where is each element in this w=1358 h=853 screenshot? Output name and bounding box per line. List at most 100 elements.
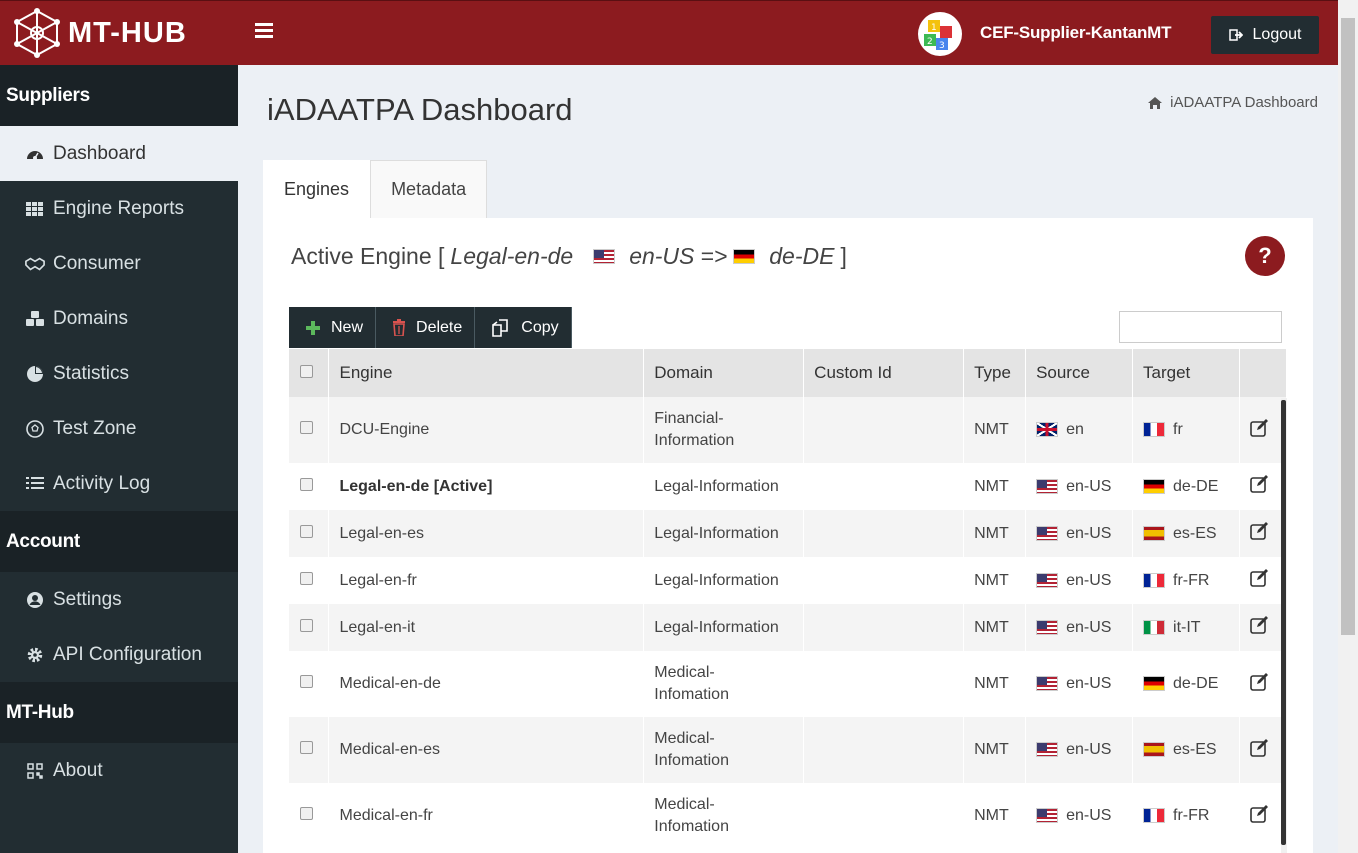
edit-icon[interactable]	[1250, 738, 1270, 762]
tab-metadata[interactable]: Metadata	[370, 160, 488, 218]
row-select-cell[interactable]	[289, 651, 330, 717]
table-row[interactable]: Legal-en-fr Legal-Information NMT en-US fr-F…	[289, 557, 1288, 604]
logo-text: MT-HUB	[68, 16, 187, 49]
us-flag-icon	[1036, 742, 1059, 758]
sidebar-item-about[interactable]: About	[0, 743, 238, 798]
target-cell: fr-FR	[1132, 783, 1240, 849]
sidebar-item-label: API Configuration	[53, 643, 202, 665]
window-scrollbar-thumb[interactable]	[1341, 18, 1355, 635]
sidebar-item-engine-reports[interactable]: Engine Reports	[0, 181, 238, 236]
dashboard-icon	[25, 144, 45, 164]
user-name[interactable]: CEF-Supplier-KantanMT	[980, 23, 1171, 43]
search-input[interactable]	[1119, 311, 1282, 343]
edit-icon[interactable]	[1250, 418, 1270, 442]
column-header-target[interactable]: Target	[1132, 349, 1240, 397]
row-checkbox[interactable]	[300, 618, 313, 632]
copy-button[interactable]: Copy	[475, 307, 572, 348]
tab-engines[interactable]: Engines	[263, 160, 371, 218]
table-scrollbar-thumb[interactable]	[1281, 400, 1286, 845]
source-cell: en-US	[1025, 604, 1134, 651]
row-select-cell[interactable]	[289, 510, 330, 557]
column-header-domain[interactable]: Domain	[643, 349, 805, 397]
copy-icon	[492, 318, 509, 337]
sidebar-item-api-configuration[interactable]: API Configuration	[0, 627, 238, 682]
de-flag-icon	[733, 249, 756, 264]
type-cell: NMT	[963, 510, 1027, 557]
domain-line-1: Medical-	[654, 796, 715, 813]
sidebar-item-consumer[interactable]: Consumer	[0, 236, 238, 291]
domain-line-2: Infomation	[654, 686, 729, 703]
sidebar-item-dashboard[interactable]: Dashboard	[0, 126, 238, 181]
cubes-icon	[25, 309, 45, 329]
row-select-cell[interactable]	[289, 557, 330, 604]
row-select-cell[interactable]	[289, 463, 330, 510]
table-row[interactable]: Medical-en-de Medical- Infomation NMT en-US d…	[289, 651, 1288, 717]
fr-flag-icon	[1143, 422, 1166, 438]
sidebar-toggle-icon[interactable]	[255, 23, 273, 41]
source-lang: en-US	[1066, 741, 1112, 758]
actions-cell	[1239, 397, 1288, 463]
table-row[interactable]: Medical-en-fr Medical- Infomation NMT en-US f…	[289, 783, 1288, 849]
edit-icon[interactable]	[1250, 569, 1270, 592]
table-header-row: Engine Domain Custom Id Type Source Targ…	[289, 349, 1288, 397]
avatar[interactable]: 1 2 3	[918, 12, 962, 56]
sidebar-item-statistics[interactable]: Statistics	[0, 346, 238, 401]
domain-line-1: Legal-Information	[654, 524, 779, 542]
edit-icon[interactable]	[1250, 475, 1270, 498]
column-header-type[interactable]: Type	[963, 349, 1027, 397]
edit-icon[interactable]	[1250, 522, 1270, 545]
select-all-header[interactable]	[289, 349, 330, 397]
row-checkbox[interactable]	[300, 571, 313, 585]
home-icon[interactable]	[1148, 96, 1163, 109]
row-checkbox[interactable]	[300, 477, 313, 491]
edit-icon[interactable]	[1250, 804, 1270, 828]
select-all-checkbox[interactable]	[300, 365, 313, 378]
row-checkbox[interactable]	[300, 675, 313, 688]
table-row[interactable]: Medical-en-es Medical- Infomation NMT en-US e…	[289, 717, 1288, 783]
edit-icon[interactable]	[1250, 616, 1270, 639]
svg-text:1: 1	[931, 23, 937, 33]
target-lang: fr-FR	[1173, 571, 1210, 589]
row-checkbox[interactable]	[300, 807, 313, 820]
row-select-cell[interactable]	[289, 783, 330, 849]
column-header-engine[interactable]: Engine	[328, 349, 645, 397]
row-checkbox[interactable]	[300, 741, 313, 754]
help-button[interactable]: ?	[1245, 236, 1285, 276]
type-cell: NMT	[963, 604, 1027, 651]
toy-blocks-icon: 1 2 3	[924, 20, 952, 51]
sidebar-item-test-zone[interactable]: Test Zone	[0, 401, 238, 456]
row-select-cell[interactable]	[289, 604, 330, 651]
actions-cell	[1239, 651, 1288, 717]
table-row[interactable]: Legal-en-es Legal-Information NMT en-US es-E…	[289, 510, 1288, 557]
column-header-custom-id[interactable]: Custom Id	[803, 349, 965, 397]
app-logo[interactable]: MT-HUB	[12, 6, 187, 60]
page-title: iADAATPA Dashboard	[267, 92, 573, 127]
new-button[interactable]: New	[289, 307, 377, 348]
delete-label: Delete	[416, 318, 463, 336]
sidebar-item-settings[interactable]: Settings	[0, 572, 238, 627]
source-lang: en-US	[1066, 807, 1112, 824]
custom-id-cell	[803, 463, 965, 510]
logout-button[interactable]: Logout	[1211, 16, 1319, 54]
row-select-cell[interactable]	[289, 397, 330, 463]
domain-line-1: Legal-Information	[654, 618, 779, 636]
sidebar-item-domains[interactable]: Domains	[0, 291, 238, 346]
edit-icon[interactable]	[1250, 672, 1270, 696]
gear-icon	[25, 645, 45, 665]
row-checkbox[interactable]	[300, 524, 313, 538]
table-row[interactable]: Legal-en-de [Active] Legal-Information NMT…	[289, 463, 1288, 510]
actions-cell	[1239, 557, 1288, 604]
breadcrumb-item[interactable]: iADAATPA Dashboard	[1170, 94, 1318, 111]
de-flag-icon	[1143, 676, 1166, 692]
sidebar-item-label: Domains	[53, 307, 128, 329]
column-header-actions	[1239, 349, 1288, 397]
column-header-source[interactable]: Source	[1025, 349, 1134, 397]
delete-button[interactable]: Delete	[376, 307, 476, 348]
row-checkbox[interactable]	[300, 421, 313, 434]
sidebar-item-activity-log[interactable]: Activity Log	[0, 456, 238, 511]
row-select-cell[interactable]	[289, 717, 330, 783]
table-row[interactable]: Legal-en-it Legal-Information NMT en-US it-I…	[289, 604, 1288, 651]
table-row[interactable]: DCU-Engine Financial- Information NMT en fr	[289, 397, 1288, 463]
window-scrollbar[interactable]	[1338, 0, 1358, 853]
svg-text:2: 2	[927, 37, 933, 47]
